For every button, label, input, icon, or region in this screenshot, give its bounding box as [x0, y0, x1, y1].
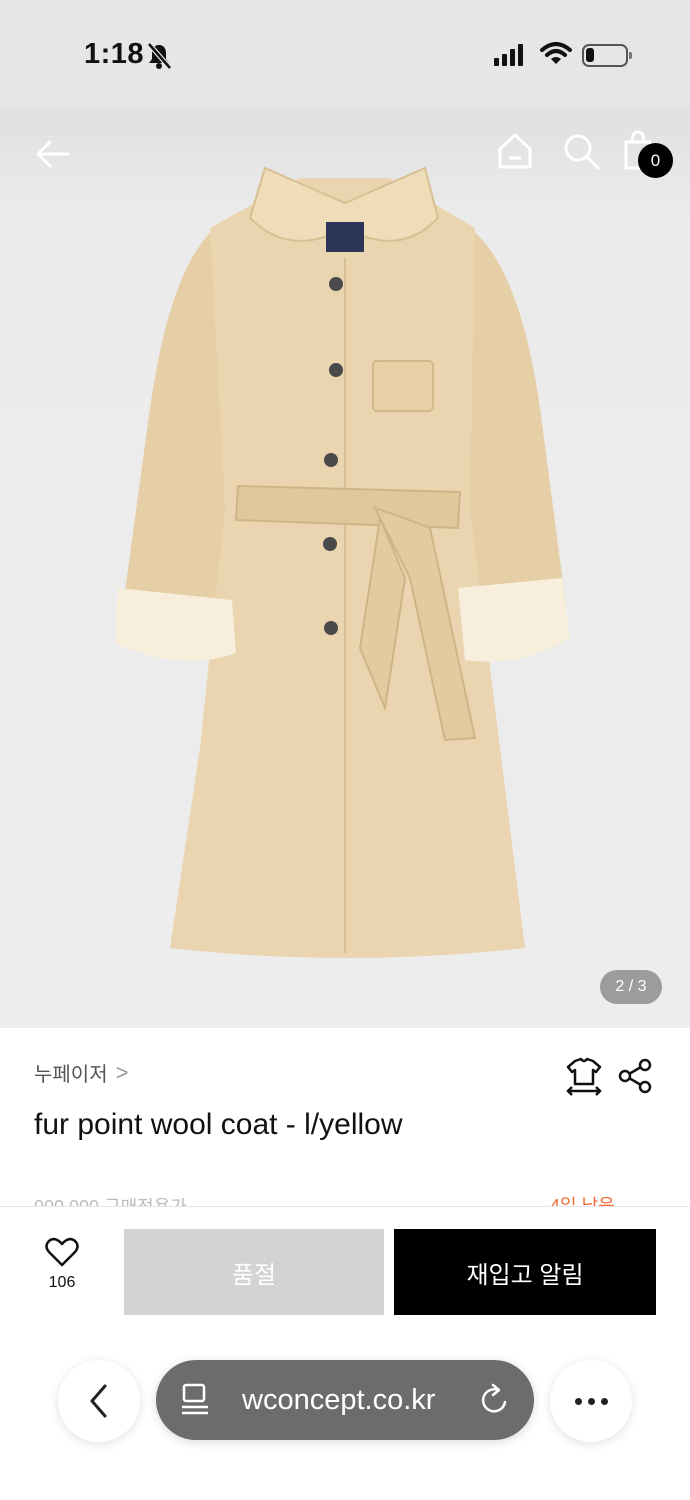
more-dot-icon	[574, 1397, 582, 1405]
cellular-signal-icon	[494, 44, 523, 66]
reload-icon[interactable]	[478, 1382, 512, 1418]
more-dot-icon	[600, 1397, 608, 1405]
size-guide-icon[interactable]	[564, 1056, 604, 1096]
product-title: fur point wool coat - l/yellow	[34, 1108, 403, 1141]
chevron-left-icon	[90, 1384, 107, 1418]
product-photo-coat	[115, 166, 570, 958]
brand-link[interactable]: 누페이저 >	[34, 1058, 128, 1087]
wishlist-button[interactable]: 106	[38, 1237, 86, 1292]
browser-back-button[interactable]	[58, 1360, 140, 1442]
browser-more-button[interactable]	[550, 1360, 632, 1442]
share-icon[interactable]	[618, 1058, 652, 1094]
bell-off-icon	[147, 42, 172, 70]
chevron-right-icon: >	[115, 1059, 129, 1085]
wifi-icon	[540, 42, 572, 64]
more-dot-icon	[587, 1397, 595, 1405]
gallery-page-indicator: 2 / 3	[600, 970, 662, 1004]
soldout-button: 품절	[124, 1229, 384, 1315]
reader-mode-icon[interactable]	[180, 1382, 210, 1418]
heart-icon	[45, 1237, 79, 1267]
browser-address-bar[interactable]: wconcept.co.kr	[156, 1360, 534, 1440]
status-bar: 1:18	[0, 0, 690, 108]
browser-url-text: wconcept.co.kr	[242, 1384, 436, 1416]
status-time: 1:18	[84, 38, 145, 70]
search-icon[interactable]	[560, 130, 602, 172]
battery-icon	[582, 44, 632, 67]
back-arrow-icon[interactable]	[30, 132, 74, 176]
wishlist-count: 106	[48, 1274, 76, 1291]
purchase-action-bar: 106 품절 재입고 알림	[0, 1206, 690, 1500]
cart-count-badge: 0	[638, 143, 673, 178]
brand-name: 누페이저	[34, 1064, 108, 1086]
restock-alert-button[interactable]: 재입고 알림	[394, 1229, 656, 1315]
product-image-gallery[interactable]: 0 2 / 3	[0, 108, 690, 1028]
home-icon[interactable]	[494, 130, 536, 172]
